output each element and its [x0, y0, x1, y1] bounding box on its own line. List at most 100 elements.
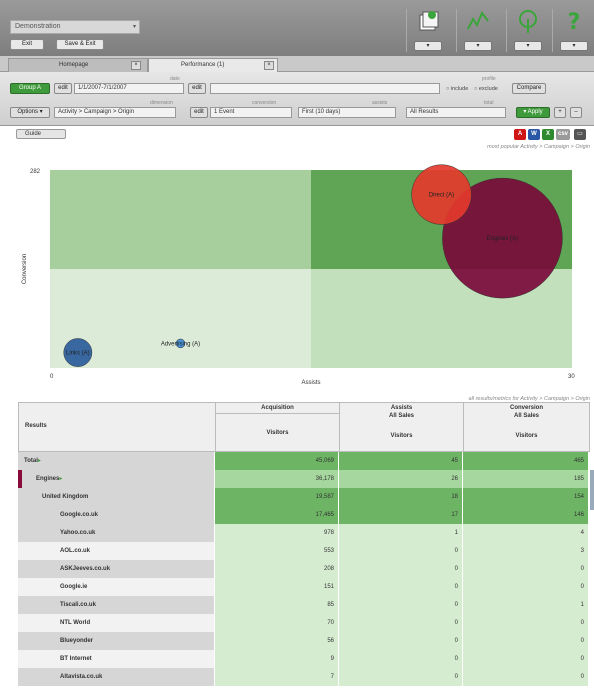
profile-field[interactable]	[210, 83, 440, 94]
guide-button[interactable]: Guide	[16, 129, 66, 139]
x-tick-label: 0	[50, 374, 54, 380]
cell-ast: 1	[338, 524, 462, 542]
row-label[interactable]: BT Internet	[18, 650, 214, 668]
tool-help[interactable]: ? ▾	[552, 9, 594, 52]
table-row[interactable]: ASKJeeves.co.uk 208 0 0	[18, 560, 590, 578]
save-exit-button[interactable]: Save & Exit	[56, 39, 104, 50]
row-label-text: Engines	[36, 476, 60, 482]
row-label[interactable]: Altavista.co.uk	[18, 668, 214, 686]
tab-label: Homepage	[59, 62, 89, 68]
tab-performance[interactable]: Performance (1) ×	[148, 58, 278, 72]
group-a-button[interactable]: Group A	[10, 83, 50, 94]
close-icon[interactable]: ×	[264, 61, 274, 70]
conversion-caption: conversion	[252, 100, 277, 106]
table-row[interactable]: Engines▸ 36,178 26 185	[18, 470, 590, 488]
cell-conv: 1	[462, 596, 588, 614]
csv-icon[interactable]: csv	[556, 129, 570, 140]
cell-acq: 9	[214, 650, 338, 668]
total-select[interactable]: All Results	[406, 107, 506, 118]
close-icon[interactable]: ×	[131, 61, 141, 70]
target-icon	[519, 10, 537, 33]
row-label[interactable]: ASKJeeves.co.uk	[18, 560, 214, 578]
row-label-text: Yahoo.co.uk	[60, 530, 96, 536]
row-label[interactable]: United Kingdom	[18, 488, 214, 506]
expand-arrow-icon[interactable]: ▸	[38, 458, 41, 464]
table-row[interactable]: Tiscali.co.uk 85 0 1	[18, 596, 590, 614]
row-label-text: ASKJeeves.co.uk	[60, 566, 111, 572]
row-label[interactable]: Blueyonder	[18, 632, 214, 650]
tool-target[interactable]: ▾	[506, 9, 548, 52]
conversion-select[interactable]: 1 Event	[210, 107, 292, 118]
table-row[interactable]: Google.co.uk 17,465 17 146	[18, 506, 590, 524]
row-label[interactable]: Total▸	[18, 452, 214, 470]
row-label-text: Google.ie	[60, 584, 88, 590]
tool-add-page[interactable]: ▾	[406, 9, 448, 52]
assists-header[interactable]: Assists All Sales Visitors	[339, 403, 463, 453]
excel-icon[interactable]: X	[542, 129, 554, 140]
edit-conversion-button[interactable]: edit	[190, 107, 208, 118]
table-scrollbar[interactable]	[590, 470, 594, 510]
print-icon[interactable]: ▭	[574, 129, 586, 140]
bubble-label: Links (A)	[66, 351, 90, 357]
total-caption: total	[484, 100, 494, 106]
row-label-text: Blueyonder	[60, 638, 94, 644]
compare-button[interactable]: Compare	[512, 83, 546, 94]
remove-icon[interactable]: –	[570, 107, 582, 118]
chevron-down-icon[interactable]: ▾	[414, 41, 442, 51]
table-row[interactable]: Google.ie 151 0 0	[18, 578, 590, 596]
tab-homepage[interactable]: Homepage ×	[8, 58, 148, 72]
edit-date-button[interactable]: edit	[188, 83, 206, 94]
chart-breadcrumb: most popular Activity > Campaign > Origi…	[487, 144, 590, 150]
guide-label: Guide	[25, 131, 42, 137]
table-row[interactable]: NTL World 70 0 0	[18, 614, 590, 632]
word-icon[interactable]: W	[528, 129, 540, 140]
exclude-radio[interactable]: ○ exclude	[474, 86, 498, 92]
table-row[interactable]: Total▸ 45,069 45 465	[18, 452, 590, 470]
table-row[interactable]: Blueyonder 56 0 0	[18, 632, 590, 650]
include-radio[interactable]: ○ include	[446, 86, 468, 92]
row-label-text: Altavista.co.uk	[60, 674, 103, 680]
table-row[interactable]: United Kingdom 19,587 18 154	[18, 488, 590, 506]
report-select[interactable]: Demonstration ▾	[10, 20, 140, 34]
acquisition-header[interactable]: Acquisition Visitors	[215, 403, 339, 453]
options-button[interactable]: Options ▾	[10, 107, 50, 118]
cell-ast: 45	[338, 452, 462, 470]
pdf-icon[interactable]: A	[514, 129, 526, 140]
table-row[interactable]: Yahoo.co.uk 978 1 4	[18, 524, 590, 542]
assists-select[interactable]: First (10 days)	[298, 107, 396, 118]
dimension-select[interactable]: Activity > Campaign > Origin	[54, 107, 176, 118]
column-metric-label: Visitors	[515, 433, 538, 439]
apply-button[interactable]: ▾ Apply	[516, 107, 550, 118]
row-label-text: Tiscali.co.uk	[60, 602, 96, 608]
row-label[interactable]: Google.co.uk	[18, 506, 214, 524]
bubble-chart: 282 0 30 Assists Conversion Engines (A) D…	[22, 164, 575, 386]
cell-conv: 0	[462, 668, 588, 686]
date-field[interactable]: 1/1/2007-7/1/2007	[74, 83, 184, 94]
row-label-text: United Kingdom	[42, 494, 89, 500]
edit-group-button[interactable]: edit	[54, 83, 72, 94]
row-label[interactable]: NTL World	[18, 614, 214, 632]
table-row[interactable]: Altavista.co.uk 7 0 0	[18, 668, 590, 686]
chevron-down-icon[interactable]: ▾	[464, 41, 492, 51]
exit-button[interactable]: Exit	[10, 39, 44, 50]
table-row[interactable]: AOL.co.uk 553 0 3	[18, 542, 590, 560]
cell-acq: 36,178	[214, 470, 338, 488]
quadrant-top-left	[50, 170, 311, 269]
cell-conv: 146	[462, 506, 588, 524]
row-label[interactable]: Google.ie	[18, 578, 214, 596]
conversion-header[interactable]: Conversion All Sales Visitors	[463, 403, 589, 453]
cell-conv: 185	[462, 470, 588, 488]
row-label[interactable]: Engines▸	[18, 470, 214, 488]
row-label[interactable]: Yahoo.co.uk	[18, 524, 214, 542]
chevron-down-icon[interactable]: ▾	[560, 41, 588, 51]
row-label[interactable]: AOL.co.uk	[18, 542, 214, 560]
row-label[interactable]: Tiscali.co.uk	[18, 596, 214, 614]
add-icon[interactable]: +	[554, 107, 566, 118]
tool-graph[interactable]: ▾	[456, 9, 498, 52]
exclude-label: exclude	[478, 86, 498, 92]
expand-arrow-icon[interactable]: ▸	[59, 476, 62, 482]
row-label-text: AOL.co.uk	[60, 548, 91, 554]
table-row[interactable]: BT Internet 9 0 0	[18, 650, 590, 668]
chevron-down-icon[interactable]: ▾	[514, 41, 542, 51]
row-label-text: Google.co.uk	[60, 512, 99, 518]
